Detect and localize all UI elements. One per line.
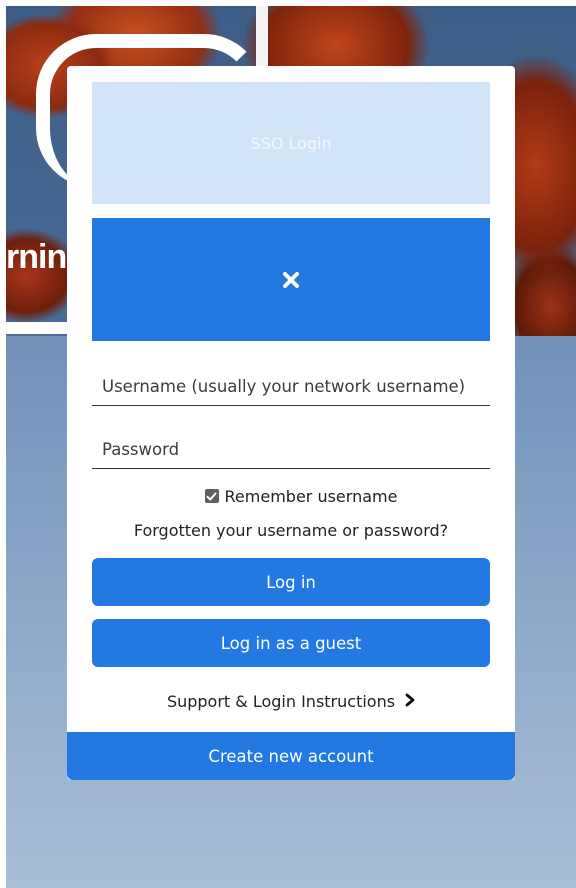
guest-login-label: Log in as a guest bbox=[220, 633, 362, 653]
check-icon bbox=[206, 492, 217, 500]
password-input[interactable] bbox=[92, 431, 490, 469]
chevron-right-icon bbox=[405, 692, 415, 711]
login-button[interactable]: Log in bbox=[92, 558, 490, 606]
sso-login-label: SSO Login bbox=[250, 133, 332, 153]
login-button-label: Log in bbox=[266, 572, 316, 592]
login-card: SSO Login Remember username Forgotten yo… bbox=[67, 66, 515, 780]
logo-stripe bbox=[6, 322, 76, 334]
sso-login-button[interactable]: SSO Login bbox=[92, 82, 490, 204]
close-icon bbox=[282, 271, 300, 289]
create-account-label: Create new account bbox=[208, 746, 374, 766]
support-instructions-link[interactable]: Support & Login Instructions bbox=[67, 689, 515, 713]
support-instructions-label: Support & Login Instructions bbox=[166, 691, 396, 711]
remember-username-checkbox[interactable] bbox=[204, 489, 219, 503]
close-button[interactable] bbox=[92, 218, 490, 341]
remember-username-label: Remember username bbox=[224, 486, 398, 506]
logo-text: rnin bbox=[6, 238, 67, 276]
guest-login-button[interactable]: Log in as a guest bbox=[92, 619, 490, 667]
create-account-button[interactable]: Create new account bbox=[67, 732, 515, 780]
username-input[interactable] bbox=[92, 368, 490, 406]
remember-username-row[interactable]: Remember username bbox=[67, 484, 515, 508]
forgot-credentials-link[interactable]: Forgotten your username or password? bbox=[67, 521, 515, 540]
login-page: rnin SSO Login Remember username Forgott… bbox=[0, 0, 576, 888]
